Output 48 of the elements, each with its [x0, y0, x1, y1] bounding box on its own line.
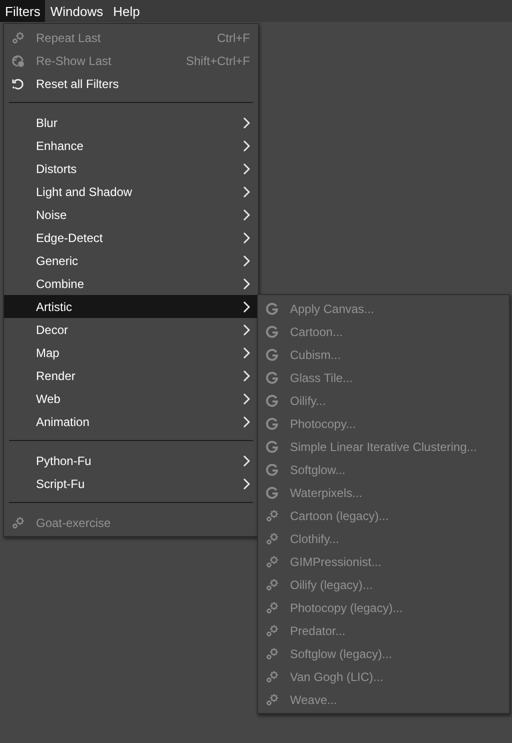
menu-item[interactable]: Map	[4, 341, 258, 364]
chevron-icon	[243, 186, 250, 198]
plugin-icon	[11, 30, 25, 44]
chevron-icon	[243, 254, 250, 266]
menu-item[interactable]: Decor	[4, 318, 258, 341]
chevron-icon	[243, 278, 250, 290]
menu-item[interactable]: Reset all Filters	[4, 72, 258, 95]
chevron-icon	[243, 300, 250, 312]
chevron-icon	[243, 116, 250, 128]
plugin-icon	[265, 670, 279, 684]
menu-item[interactable]: Web	[4, 387, 258, 410]
chevron-icon	[243, 140, 250, 152]
reset-icon	[11, 76, 25, 90]
menu-item[interactable]: Blur	[4, 111, 258, 134]
chevron-icon	[243, 392, 250, 404]
plugin-icon	[265, 532, 279, 546]
menu-item[interactable]: Combine	[4, 272, 258, 295]
chevron-icon	[243, 478, 250, 490]
plugin-icon	[265, 554, 279, 568]
menu-item[interactable]: Distorts	[4, 157, 258, 180]
plugin-icon	[265, 578, 279, 592]
chevron-icon	[243, 416, 250, 428]
menu-item[interactable]: Enhance	[4, 134, 258, 157]
menu-item[interactable]: Generic	[4, 249, 258, 272]
plugin-icon	[265, 646, 279, 660]
chevron-icon	[243, 232, 250, 244]
plugin-icon	[265, 508, 279, 522]
chevron-icon	[243, 208, 250, 220]
menu-item[interactable]: Animation	[4, 410, 258, 433]
plugin-icon	[11, 516, 25, 530]
menu-item[interactable]: Edge-Detect	[4, 226, 258, 249]
menu-item[interactable]: Noise	[4, 203, 258, 226]
menu-item[interactable]: Script-Fu	[4, 472, 258, 495]
menu-title[interactable]: Windows	[45, 0, 108, 22]
chevron-icon	[243, 324, 250, 336]
plugin-icon	[265, 600, 279, 614]
menu-title[interactable]: Filters	[0, 0, 46, 22]
menu-title[interactable]: Help	[108, 0, 145, 22]
chevron-icon	[243, 454, 250, 466]
chevron-icon	[243, 346, 250, 358]
plugin-icon	[265, 624, 279, 638]
menu-item[interactable]: Python-Fu	[4, 449, 258, 472]
menu-item[interactable]: Light and Shadow	[4, 180, 258, 203]
chevron-icon	[243, 370, 250, 382]
menu-item[interactable]: Render	[4, 364, 258, 387]
plugin-icon	[265, 692, 279, 706]
menu-item[interactable]: Artistic	[4, 295, 258, 318]
chevron-icon	[243, 162, 250, 174]
